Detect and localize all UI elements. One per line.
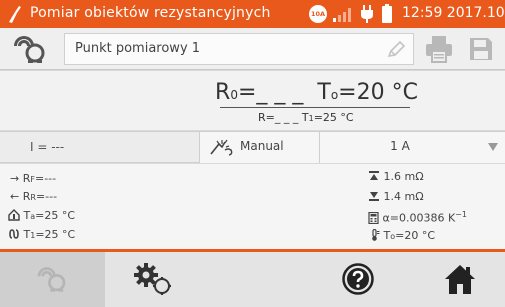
ambient-temperature: Ta=25 °C xyxy=(8,209,75,222)
t1-symbol: T xyxy=(301,111,309,124)
chevron-down-icon xyxy=(488,143,498,151)
settings-button[interactable] xyxy=(115,252,195,307)
home-icon xyxy=(445,265,475,294)
battery-icon xyxy=(382,4,392,23)
settings-gears-icon xyxy=(134,263,171,295)
measurement-tab-button[interactable] xyxy=(0,252,105,307)
r0-subscript: 0 xyxy=(230,88,238,102)
status-bar: Pomiar obiektów rezystancyjnych 10A 12:5… xyxy=(0,0,505,28)
r-value: R=_ _ _ xyxy=(258,111,299,124)
arrow-left-icon: ← xyxy=(10,190,20,203)
to-value: =20 °C xyxy=(338,80,418,105)
alpha-coefficient: α=0.00386 K−1 xyxy=(368,210,467,225)
t1-value: =25 °C xyxy=(313,111,354,124)
pencil-icon[interactable] xyxy=(385,40,407,60)
reference-temperature: To=20 °C xyxy=(370,228,435,242)
lower-limit: 1.4 mΩ xyxy=(368,190,424,203)
measurement-tab-icon xyxy=(37,267,66,292)
lower-limit-icon xyxy=(369,192,379,201)
current-readout: I = --- xyxy=(30,140,65,154)
upper-limit: 1.6 mΩ xyxy=(368,170,424,183)
reverse-resistance: ← RR=--- xyxy=(10,190,58,203)
measurement-mode-icon[interactable] xyxy=(10,32,54,66)
secondary-result: R=_ _ _ T1=25 °C xyxy=(258,111,354,124)
clock: 12:59 2017.10.25 xyxy=(402,5,505,21)
current-select[interactable]: 1 A xyxy=(320,132,505,163)
help-icon xyxy=(342,263,374,295)
settings-row: I = --- Manual 1 A xyxy=(0,131,505,163)
to-symbol: T xyxy=(317,80,331,105)
window-title: Pomiar obiektów rezystancyjnych xyxy=(30,5,271,21)
printer-icon[interactable] xyxy=(424,34,454,64)
signal-icon xyxy=(333,8,351,22)
result-area: R0=_ _ _ To=20 °C R=_ _ _ T1=25 °C xyxy=(0,71,505,130)
coil-temperature-icon xyxy=(9,229,19,239)
header-row: Punkt pomiarowy 1 xyxy=(0,28,505,70)
object-temperature: T1=25 °C xyxy=(8,228,75,241)
home-button[interactable] xyxy=(425,252,495,307)
point-name-label: Punkt pomiarowy 1 xyxy=(75,41,201,56)
result-divider xyxy=(220,107,410,108)
save-icon[interactable] xyxy=(468,36,494,62)
mode-label: Manual xyxy=(240,139,284,153)
house-temperature-icon xyxy=(8,209,20,221)
plug-icon xyxy=(361,5,373,23)
current-badge: 10A xyxy=(309,5,327,23)
r0-value: =_ _ _ xyxy=(237,80,304,105)
bottom-nav xyxy=(0,252,505,307)
calculator-icon xyxy=(368,211,379,224)
main-result: R0=_ _ _ To=20 °C xyxy=(0,80,505,105)
help-button[interactable] xyxy=(330,252,390,307)
r0-symbol: R xyxy=(215,80,231,105)
thermometer-icon xyxy=(372,228,380,241)
arrow-right-icon: → xyxy=(10,172,20,185)
probe-icon xyxy=(9,6,21,23)
point-name-field[interactable]: Punkt pomiarowy 1 xyxy=(64,33,414,65)
forward-resistance: → RF=--- xyxy=(10,172,57,185)
mode-button[interactable]: Manual xyxy=(199,132,320,163)
current-select-value: 1 A xyxy=(390,139,410,153)
manual-mode-icon xyxy=(210,139,233,156)
info-panel: → RF=--- ← RR=--- Ta=25 °C T1=25 °C 1.6 … xyxy=(0,164,505,249)
upper-limit-icon xyxy=(369,171,379,180)
